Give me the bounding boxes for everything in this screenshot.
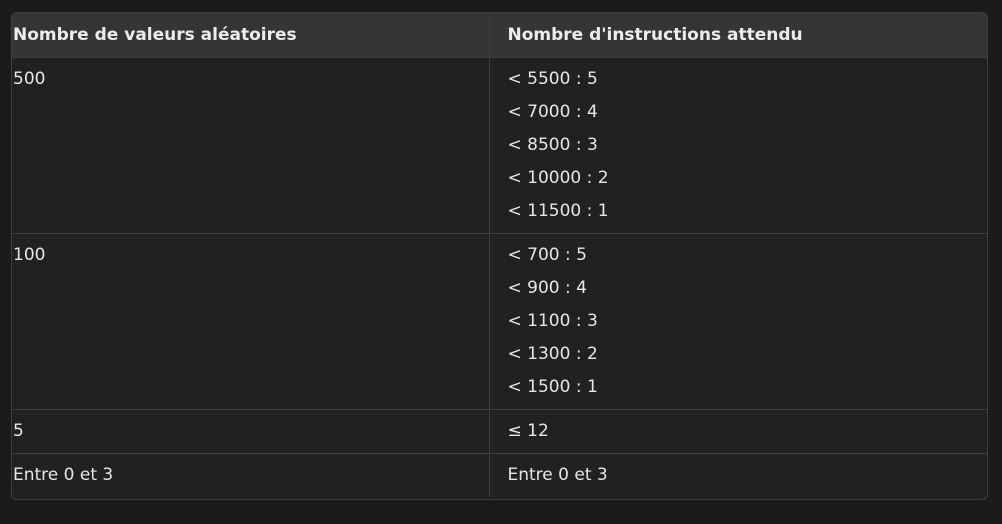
table-body: 500 < 5500 : 5 < 7000 : 4 < 8500 : 3 < 1…: [12, 57, 987, 497]
cell-count: 100: [12, 233, 489, 410]
cell-expected: Entre 0 et 3: [488, 453, 987, 497]
count-value: Entre 0 et 3: [13, 465, 114, 485]
header-random-values: Nombre de valeurs aléatoires: [12, 13, 489, 58]
cell-expected: < 700 : 5 < 900 : 4 < 1100 : 3 < 1300 : …: [488, 233, 987, 410]
table-row: 500 < 5500 : 5 < 7000 : 4 < 8500 : 3 < 1…: [12, 57, 987, 234]
instructions-table: Nombre de valeurs aléatoires Nombre d'in…: [12, 13, 987, 497]
expected-line: < 10000 : 2: [507, 168, 609, 188]
count-value: 500: [13, 69, 46, 89]
expected-line: < 1300 : 2: [507, 344, 598, 364]
count-value: 100: [13, 245, 46, 265]
expected-line: < 1100 : 3: [507, 311, 598, 331]
header-row: Nombre de valeurs aléatoires Nombre d'in…: [12, 13, 987, 58]
expected-line: < 8500 : 3: [507, 135, 598, 155]
cell-count: 5: [12, 409, 489, 454]
expected-line: ≤ 12: [507, 421, 549, 441]
cell-count: 500: [12, 58, 489, 234]
table-row: Entre 0 et 3 Entre 0 et 3: [12, 453, 987, 497]
count-value: 5: [13, 421, 24, 441]
cell-expected: < 5500 : 5 < 7000 : 4 < 8500 : 3 < 10000…: [488, 57, 987, 234]
cell-count: Entre 0 et 3: [12, 453, 489, 497]
expected-line: < 900 : 4: [507, 278, 587, 298]
header-expected-instructions: Nombre d'instructions attendu: [488, 13, 987, 58]
table-header: Nombre de valeurs aléatoires Nombre d'in…: [12, 13, 987, 58]
results-table: Nombre de valeurs aléatoires Nombre d'in…: [11, 12, 988, 500]
expected-line: < 700 : 5: [507, 245, 587, 265]
table-row: 5 ≤ 12: [12, 409, 987, 454]
expected-line: Entre 0 et 3: [507, 465, 608, 485]
cell-expected: ≤ 12: [488, 409, 987, 454]
table-row: 100 < 700 : 5 < 900 : 4 < 1100 : 3 < 130…: [12, 233, 987, 410]
expected-line: < 11500 : 1: [507, 201, 609, 221]
expected-line: < 7000 : 4: [507, 102, 598, 122]
expected-line: < 5500 : 5: [507, 69, 598, 89]
expected-line: < 1500 : 1: [507, 377, 598, 397]
